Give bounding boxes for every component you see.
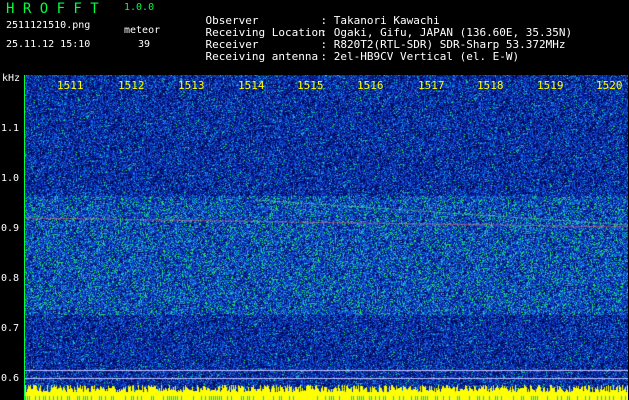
spectrogram-canvas: [25, 75, 628, 400]
y-tick-label: 1.1: [1, 123, 20, 134]
info-value: : 2el-HB9CV Vertical (el. E-W): [320, 50, 520, 63]
y-tick-label: 0.8: [1, 273, 20, 284]
info-key: Receiving antenna: [205, 50, 319, 63]
hrofft-window: H R O F F T 1.0.0 2511121510.png 25.11.1…: [0, 0, 629, 400]
x-tick-label: 1516: [357, 79, 384, 92]
x-tick-label: 1513: [178, 79, 205, 92]
app-version: 1.0.0: [124, 2, 155, 13]
y-tick-label: 0.7: [1, 323, 20, 334]
date-time: 25.11.12 15:10: [6, 39, 91, 50]
meteor-count: 39: [138, 39, 151, 50]
x-tick-label: 1514: [238, 79, 265, 92]
axis-line: [24, 75, 25, 400]
x-tick-label: 1518: [477, 79, 504, 92]
info-antenna: Receiving antenna: 2el-HB9CV Vertical (e…: [179, 40, 520, 73]
meteor-label: meteor: [124, 25, 161, 36]
x-tick-label: 1519: [537, 79, 564, 92]
y-axis-unit: kHz: [2, 73, 21, 84]
x-tick-label: 1517: [418, 79, 445, 92]
x-tick-label: 1512: [118, 79, 145, 92]
y-tick-label: 0.6: [1, 373, 20, 384]
y-tick-label: 0.9: [1, 223, 20, 234]
y-tick-label: 1.0: [1, 173, 20, 184]
x-tick-label: 1511: [57, 79, 84, 92]
x-tick-label: 1515: [297, 79, 324, 92]
x-tick-label: 1520: [596, 79, 623, 92]
file-name: 2511121510.png: [6, 20, 91, 31]
app-title: H R O F F T: [6, 1, 99, 17]
